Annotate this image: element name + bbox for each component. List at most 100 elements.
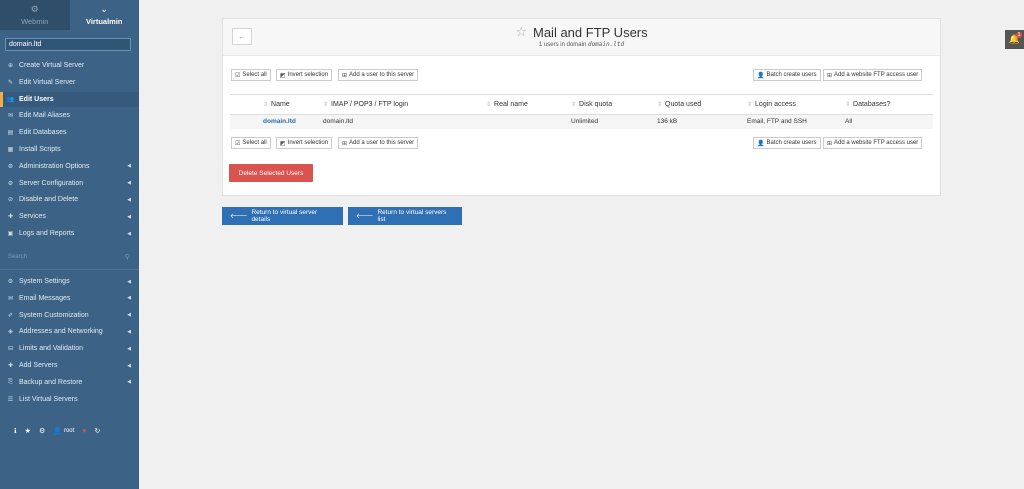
scripts-icon: ▦ — [7, 147, 14, 153]
sidebar-item-logs-and-reports[interactable]: ▣ Logs and Reports ◀ — [0, 226, 139, 241]
sidebar-footer: ℹ ★ ⚙ 👤 root ♥ ↻ — [14, 427, 100, 436]
select-all-label: Select all — [242, 72, 267, 78]
arrow-left-icon: 🡐 — [230, 213, 248, 220]
sidebar-item-label: Limits and Validation — [19, 345, 84, 353]
select-all-label: Select all — [242, 140, 267, 146]
chevron-left-icon: ◀ — [127, 295, 131, 302]
sidebar-item-edit-databases[interactable]: ▤ Edit Databases — [0, 125, 139, 140]
sidebar-item-email-messages[interactable]: ✉ Email Messages ◀ — [0, 291, 139, 306]
header-label: Quota used — [665, 101, 702, 108]
list-icon: ☰ — [7, 396, 14, 403]
search-icon: ⚲ — [124, 254, 130, 261]
virtualmin-icon: ⌄ — [100, 3, 109, 14]
row-select-cell[interactable] — [230, 114, 261, 129]
chevron-left-icon: ◀ — [127, 345, 131, 352]
disable-icon: ⊘ — [7, 197, 14, 204]
select-all-button-top[interactable]: ☑ Select all — [231, 69, 271, 81]
tab-webmin[interactable]: ⚙ Webmin — [0, 0, 70, 30]
column-header-login[interactable]: ⇕ IMAP / POP3 / FTP login — [321, 94, 484, 115]
sidebar-item-label: Add Servers — [19, 362, 58, 369]
favorite-star-icon[interactable]: ☆ — [515, 24, 527, 40]
add-ftp-user-button-top[interactable]: ⊞ Add a website FTP access user — [823, 69, 923, 81]
delete-selected-button[interactable]: Delete Selected Users — [229, 164, 313, 182]
add-user-label: Add a user to this server — [349, 140, 415, 146]
sidebar-item-disable-and-delete[interactable]: ⊘ Disable and Delete ◀ — [0, 192, 139, 207]
cell-login: domain.ltd — [321, 114, 484, 129]
user-name-link[interactable]: domain.ltd — [261, 114, 321, 129]
sidebar-item-server-configuration[interactable]: ⚙ Server Configuration ◀ — [0, 176, 139, 191]
webmin-icon: ⚙ — [30, 3, 39, 14]
invert-selection-button-bottom[interactable]: ◩ Invert selection — [276, 137, 333, 149]
batch-create-button-bottom[interactable]: 👤 Batch create users — [753, 137, 821, 149]
sidebar-item-administration-options[interactable]: ⚙ Administration Options ◀ — [0, 159, 139, 174]
sidebar-item-edit-mail-aliases[interactable]: ✉ Edit Mail Aliases — [0, 108, 139, 123]
sidebar-item-backup-and-restore[interactable]: ⎘ Backup and Restore ◀ — [0, 375, 139, 390]
notification-count-badge: 1 — [1016, 32, 1022, 38]
info-icon[interactable]: ℹ — [14, 427, 17, 435]
column-header-name[interactable]: ⇕ Name — [261, 94, 321, 115]
sort-icon: ⇕ — [657, 102, 663, 108]
sidebar-item-add-servers[interactable]: ✚ Add Servers ◀ — [0, 358, 139, 373]
invert-selection-button-top[interactable]: ◩ Invert selection — [276, 69, 333, 81]
header-label: Name — [271, 101, 290, 108]
heart-icon[interactable]: ♥ — [82, 428, 86, 435]
notifications-button[interactable]: 🔔 1 — [1005, 30, 1024, 49]
sidebar-item-system-customization[interactable]: ✐ System Customization ◀ — [0, 308, 139, 323]
create-icon: ⊕ — [7, 63, 14, 69]
sidebar-item-label: Install Scripts — [19, 146, 61, 153]
sidebar-item-addresses-and-networking[interactable]: ◈ Addresses and Networking ◀ — [0, 324, 139, 339]
network-icon: ◈ — [8, 329, 13, 336]
footer-user[interactable]: root — [64, 428, 74, 434]
return-details-button[interactable]: 🡐 Return to virtual server details — [222, 207, 343, 225]
sidebar-item-edit-users[interactable]: 👥 Edit Users — [0, 91, 139, 107]
column-header-databases[interactable]: ⇕ Databases? — [843, 94, 933, 115]
gears-icon[interactable]: ⚙ — [39, 427, 45, 435]
page-title: ☆ Mail and FTP Users — [515, 24, 647, 40]
add-ftp-label: Add a website FTP access user — [834, 72, 919, 78]
batch-create-button-top[interactable]: 👤 Batch create users — [753, 69, 821, 81]
select-all-button-bottom[interactable]: ☑ Select all — [231, 137, 271, 149]
sidebar-item-edit-virtual-server[interactable]: ✎ Edit Virtual Server — [0, 75, 139, 90]
sidebar-item-install-scripts[interactable]: ▦ Install Scripts — [0, 142, 139, 157]
column-header-real-name[interactable]: ⇕ Real name — [484, 94, 569, 115]
invert-icon: ◩ — [280, 140, 286, 147]
sort-icon: ⇕ — [747, 102, 753, 108]
sidebar-item-limits-and-validation[interactable]: ⊟ Limits and Validation ◀ — [0, 341, 139, 356]
tab-webmin-label: Webmin — [21, 16, 49, 26]
domain-select[interactable]: domain.ltd — [5, 38, 131, 51]
sidebar-item-list-virtual-servers[interactable]: ☰ List Virtual Servers — [0, 392, 139, 407]
admin-icon: ⚙ — [7, 163, 14, 170]
return-list-button[interactable]: 🡐 Return to virtual servers list — [348, 207, 462, 225]
sidebar-search-input[interactable]: Search ⚲ — [5, 251, 132, 264]
column-header-quota-used[interactable]: ⇕ Quota used — [655, 94, 745, 115]
add-user-button-bottom[interactable]: ⊞ Add a user to this server — [338, 137, 419, 149]
email-icon: ✉ — [7, 295, 14, 302]
sort-icon: ⇕ — [845, 102, 851, 108]
sidebar-item-create-virtual-server[interactable]: ⊕ Create Virtual Server — [0, 58, 139, 73]
sidebar-item-label: Administration Options — [19, 162, 90, 170]
table-row[interactable]: domain.ltd domain.ltd Unlimited 136 kB E… — [230, 114, 933, 129]
refresh-icon[interactable]: ↻ — [94, 427, 100, 435]
add-ftp-user-button-bottom[interactable]: ⊞ Add a website FTP access user — [823, 137, 923, 149]
sidebar-item-system-settings[interactable]: ⚙ System Settings ◀ — [0, 274, 139, 289]
backup-icon: ⎘ — [8, 378, 13, 385]
sidebar-item-services[interactable]: ✚ Services ◀ — [0, 209, 139, 224]
star-icon[interactable]: ★ — [25, 427, 31, 435]
chevron-left-icon: ◀ — [127, 328, 131, 335]
database-icon: ▤ — [7, 130, 14, 137]
sidebar-divider — [0, 269, 139, 270]
tab-virtualmin[interactable]: ⌄ Virtualmin — [69, 0, 139, 30]
sort-icon: ⇕ — [323, 102, 329, 108]
chevron-left-icon: ◀ — [127, 362, 131, 369]
settings-icon: ⚙ — [7, 279, 14, 285]
user-icon: 👤 — [757, 140, 765, 147]
cell-login-access: Email, FTP and SSH — [745, 114, 843, 129]
invert-selection-label: Invert selection — [287, 140, 329, 146]
column-header-login-access[interactable]: ⇕ Login access — [745, 94, 843, 115]
add-ftp-label: Add a website FTP access user — [834, 140, 919, 146]
header-label: Databases? — [853, 101, 891, 108]
column-header-disk-quota[interactable]: ⇕ Disk quota — [569, 94, 655, 115]
add-user-button-top[interactable]: ⊞ Add a user to this server — [338, 69, 419, 81]
table-header-row: ⇕ Name ⇕ IMAP / POP3 / FTP login ⇕ Real nam… — [230, 94, 933, 115]
user-icon[interactable]: 👤 — [53, 427, 62, 435]
